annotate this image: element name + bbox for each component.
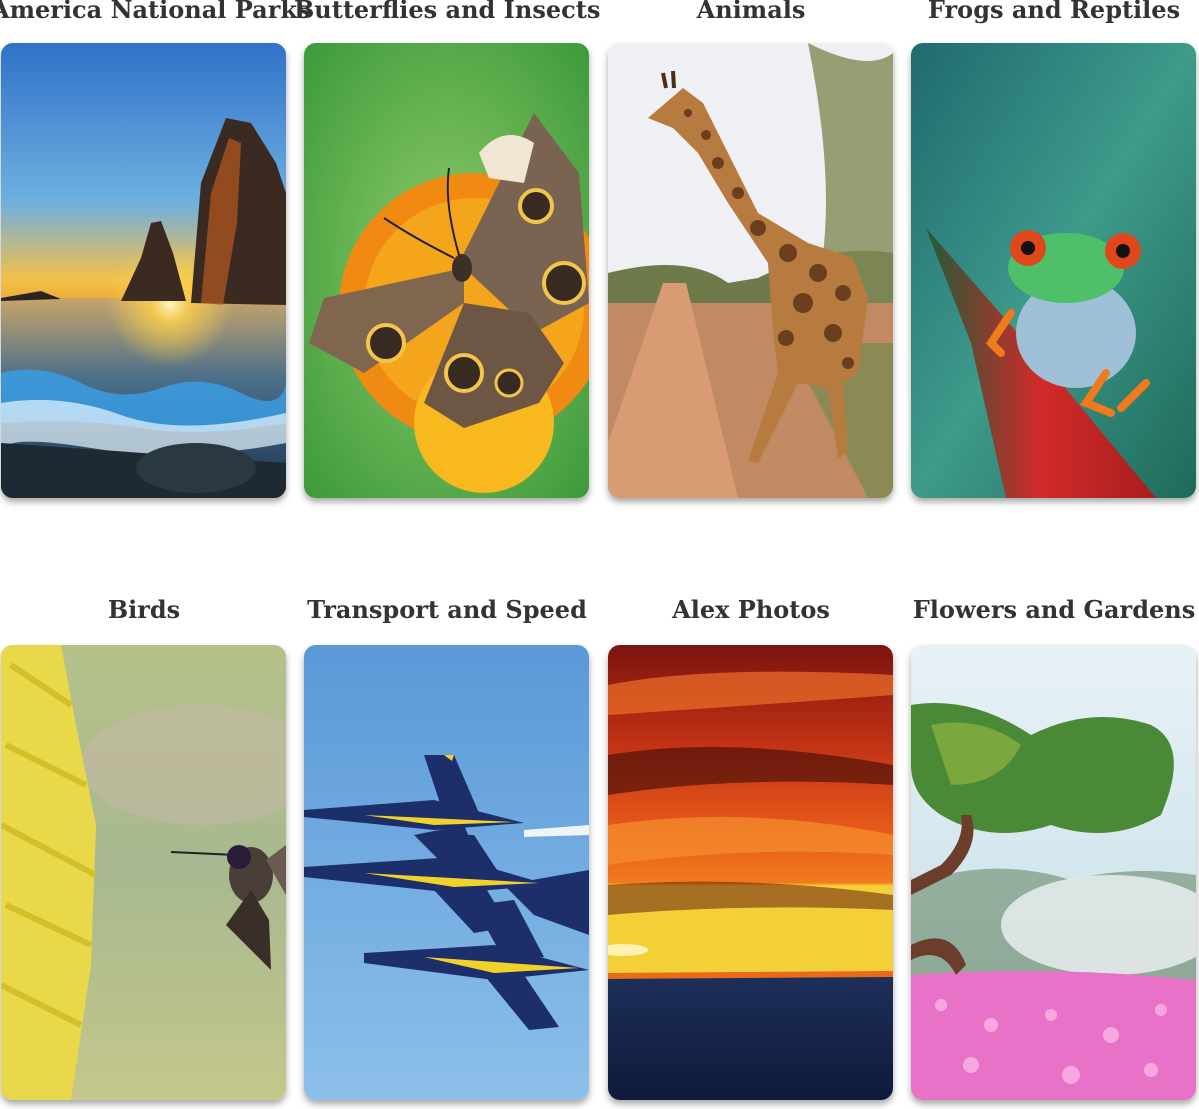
album-title[interactable]: Flowers and Gardens [901, 590, 1199, 630]
tree-frog-image [911, 43, 1196, 498]
album-thumbnail[interactable] [608, 43, 893, 498]
album-thumbnail[interactable] [304, 645, 589, 1100]
tree-and-flower-field-image [911, 645, 1196, 1100]
red-sunset-sea-image [608, 645, 893, 1100]
giraffe-on-road-image [608, 43, 893, 498]
album-title[interactable]: Birds [0, 590, 297, 630]
album-title[interactable]: Alex Photos [598, 590, 904, 630]
sea-stack-sunset-image [1, 43, 286, 498]
album-thumbnail[interactable] [1, 43, 286, 498]
album-thumbnail[interactable] [304, 43, 589, 498]
jets-formation-image [304, 645, 589, 1100]
album-title[interactable]: America National Parks [0, 0, 310, 30]
album-title[interactable]: Frogs and Reptiles [901, 0, 1199, 30]
album-title[interactable]: Animals [598, 0, 904, 30]
album-thumbnail[interactable] [911, 645, 1196, 1100]
butterfly-on-flower-image [304, 43, 589, 498]
hummingbird-image [1, 645, 286, 1100]
album-thumbnail[interactable] [1, 645, 286, 1100]
album-title[interactable]: Butterflies and Insects [294, 0, 600, 30]
album-thumbnail[interactable] [911, 43, 1196, 498]
album-gallery: America National Parks Butterflies and I… [0, 0, 1199, 1109]
album-thumbnail[interactable] [608, 645, 893, 1100]
album-title[interactable]: Transport and Speed [294, 590, 600, 630]
